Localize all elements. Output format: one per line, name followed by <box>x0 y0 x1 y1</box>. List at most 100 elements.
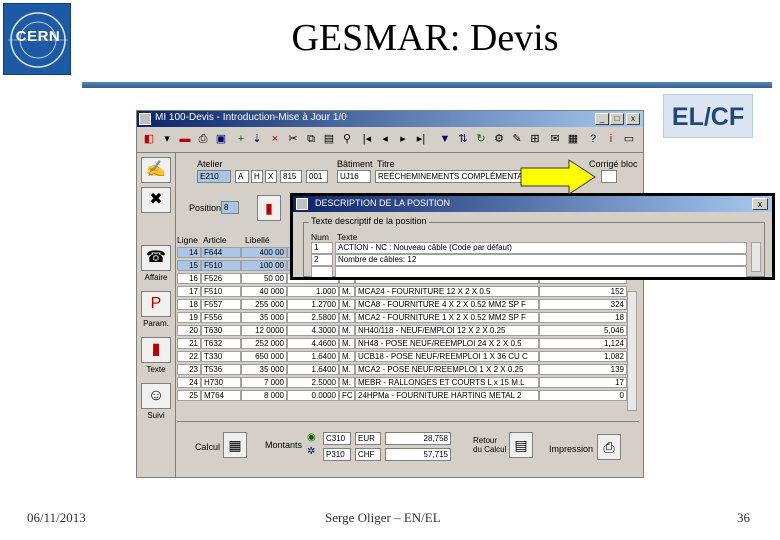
move-down-icon[interactable]: ⇣ <box>249 131 265 147</box>
cell-unite[interactable]: M. <box>339 338 355 349</box>
cell-quantite[interactable]: 50 00 <box>241 273 287 284</box>
cell-description[interactable]: MCA2 - FOURNITURE 1 X 2 X 0.52 MM2 SP F <box>355 312 539 323</box>
previous-record-icon[interactable]: ◂ <box>377 131 393 147</box>
cell-unite[interactable]: M. <box>339 325 355 336</box>
cell-unite[interactable]: M. <box>339 351 355 362</box>
paste-icon[interactable]: ▤ <box>321 131 337 147</box>
info-icon[interactable]: i <box>603 131 619 147</box>
cell-prix[interactable]: 1.000 <box>287 286 339 297</box>
calcul-icon[interactable]: ▦ <box>223 432 247 458</box>
cell-article[interactable]: F510 <box>201 260 241 271</box>
cell-total[interactable]: 17 <box>539 377 627 388</box>
cell-article[interactable]: M764 <box>201 390 241 401</box>
cell-texte[interactable]: ACTION - NC : Nouveau câble (Code par dé… <box>335 242 747 254</box>
cell-description[interactable]: UCB18 - POSE NEUF/REEMPLOI 1 X 36 CU C <box>355 351 539 362</box>
cut-icon[interactable]: ✂ <box>285 131 301 147</box>
cell-article[interactable]: F526 <box>201 273 241 284</box>
cell-article[interactable]: T632 <box>201 338 241 349</box>
cell-total[interactable]: 18 <box>539 312 627 323</box>
cell-num[interactable]: 2 <box>311 254 333 266</box>
find-icon[interactable]: ⚲ <box>339 131 355 147</box>
cell-prix[interactable]: 1.6400 <box>287 351 339 362</box>
last-record-icon[interactable]: ▸| <box>413 131 429 147</box>
position-book-icon[interactable]: ▮ <box>257 195 281 221</box>
table-scrollbar[interactable] <box>627 291 637 411</box>
cell-total[interactable]: 152 <box>539 286 627 297</box>
calendar-icon[interactable]: ▦ <box>565 131 581 147</box>
cell-prix[interactable]: 4.4600 <box>287 338 339 349</box>
sort-icon[interactable]: ⇅ <box>455 131 471 147</box>
atelier-code5-field[interactable]: 001 <box>306 170 328 183</box>
cell-ligne[interactable]: 17 <box>177 286 201 297</box>
cell-num[interactable] <box>311 266 333 277</box>
minimize-icon[interactable]: _ <box>595 113 609 125</box>
cell-description[interactable]: MCA24 - FOURNITURE 12 X 2 X 0.5 <box>355 286 539 297</box>
cell-article[interactable]: F556 <box>201 312 241 323</box>
cell-prix[interactable]: 0.0000 <box>287 390 339 401</box>
titre-field[interactable]: REÉCHEMINEMENTS COMPLÉMENTAIRES <box>375 170 525 183</box>
cell-ligne[interactable]: 15 <box>177 260 201 271</box>
copy-icon[interactable]: ⧉ <box>303 131 319 147</box>
cell-unite[interactable]: M. <box>339 312 355 323</box>
cell-article[interactable]: T630 <box>201 325 241 336</box>
print-icon[interactable]: ⎙ <box>195 131 211 147</box>
cell-texte[interactable]: Nombre de câbles: 12 <box>335 254 747 266</box>
batiment-field[interactable]: UJ16 <box>337 170 371 183</box>
cell-total[interactable]: 0 <box>539 390 627 401</box>
cell-article[interactable]: T536 <box>201 364 241 375</box>
cell-ligne[interactable]: 23 <box>177 364 201 375</box>
cell-article[interactable]: F510 <box>201 286 241 297</box>
mail-icon[interactable]: ✉ <box>547 131 563 147</box>
cell-quantite[interactable]: 400 00 <box>241 247 287 258</box>
atelier-field[interactable]: E210 <box>197 170 231 183</box>
cell-description[interactable]: NH40/118 - NEUF/EMPLOI 12 X 2 X 0.25 <box>355 325 539 336</box>
cell-article[interactable]: T330 <box>201 351 241 362</box>
cell-num[interactable]: 1 <box>311 242 333 254</box>
cell-ligne[interactable]: 16 <box>177 273 201 284</box>
delete-row-icon[interactable]: × <box>267 131 283 147</box>
cell-ligne[interactable]: 24 <box>177 377 201 388</box>
cell-quantite[interactable]: 35 000 <box>241 312 287 323</box>
cell-unite[interactable]: FC <box>339 390 355 401</box>
cell-ligne[interactable]: 14 <box>177 247 201 258</box>
impression-icon[interactable]: ⎙ <box>597 434 621 460</box>
param-icon[interactable]: P <box>141 291 171 317</box>
dialog-close-icon[interactable]: x <box>752 198 768 210</box>
cell-description[interactable]: MCA8 - FOURNITURE 4 X 2 X 0.52 MM2 SP F <box>355 299 539 310</box>
cell-description[interactable]: MEBR - RALLONGES ET COURTS L x 15 M.L <box>355 377 539 388</box>
cell-ligne[interactable]: 25 <box>177 390 201 401</box>
phone-icon[interactable]: ☎ <box>141 245 171 271</box>
cell-quantite[interactable]: 35 000 <box>241 364 287 375</box>
table-icon[interactable]: ⊞ <box>527 131 543 147</box>
corrige-bloc-checkbox[interactable] <box>601 170 617 183</box>
first-record-icon[interactable]: |◂ <box>359 131 375 147</box>
cross-icon[interactable]: ✖ <box>141 187 171 213</box>
cell-description[interactable]: 24HPMa - FOURNITURE HARTING METAL 2 <box>355 390 539 401</box>
cell-article[interactable]: H730 <box>201 377 241 388</box>
next-record-icon[interactable]: ▸ <box>395 131 411 147</box>
insert-row-icon[interactable]: + <box>233 131 249 147</box>
cell-ligne[interactable]: 18 <box>177 299 201 310</box>
cell-ligne[interactable]: 22 <box>177 351 201 362</box>
cell-prix[interactable]: 1.6400 <box>287 364 339 375</box>
cell-prix[interactable]: 1.2700 <box>287 299 339 310</box>
pen-icon[interactable]: ✍ <box>141 157 171 183</box>
atelier-code3-field[interactable]: X <box>265 170 277 183</box>
position-field[interactable]: 8 <box>221 201 239 214</box>
close-icon[interactable]: x <box>626 113 640 125</box>
cell-quantite[interactable]: 252 000 <box>241 338 287 349</box>
help-icon[interactable]: ? <box>585 131 601 147</box>
cell-prix[interactable]: 2.5000 <box>287 377 339 388</box>
cell-total[interactable]: 5,046 <box>539 325 627 336</box>
exit-icon[interactable]: ◧ <box>141 131 157 147</box>
cell-quantite[interactable]: 650 000 <box>241 351 287 362</box>
cell-total[interactable]: 324 <box>539 299 627 310</box>
dialog-scrollbar[interactable] <box>751 242 761 272</box>
save-icon[interactable]: ▣ <box>213 131 229 147</box>
retour-calcul-icon[interactable]: ▤ <box>509 432 533 458</box>
cell-total[interactable]: 1,082 <box>539 351 627 362</box>
cell-description[interactable]: MCA2 - POSE NEUF/REEMPLOI 1 X 2 X 0.25 <box>355 364 539 375</box>
cell-unite[interactable]: M. <box>339 364 355 375</box>
book-icon[interactable]: ▮ <box>141 337 171 363</box>
cell-ligne[interactable]: 21 <box>177 338 201 349</box>
